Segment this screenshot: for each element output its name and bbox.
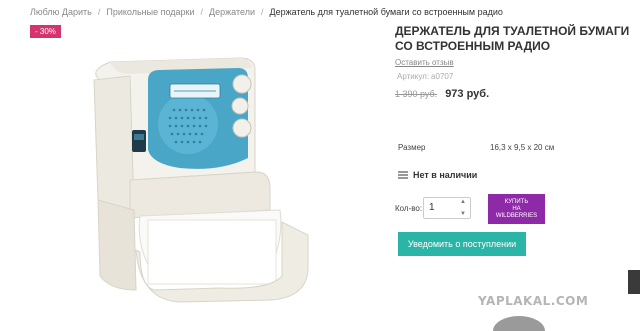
floating-circle — [493, 316, 545, 331]
breadcrumb-separator: / — [97, 7, 101, 17]
wb-button-line: КУПИТЬ — [504, 198, 529, 205]
product-title: ДЕРЖАТЕЛЬ ДЛЯ ТУАЛЕТНОЙ БУМАГИ СО ВСТРОЕ… — [395, 24, 630, 53]
breadcrumb-item-holders[interactable]: Держатели — [209, 7, 255, 17]
quantity-label: Кол-во: — [395, 204, 423, 213]
leave-review-link[interactable]: Оставить отзыв — [395, 58, 454, 67]
spec-row-size: Размер 16,3 х 9,5 х 20 см — [398, 143, 554, 152]
quantity-stepper[interactable]: 1 ▲ ▼ — [423, 197, 471, 219]
sku-line: Артикул: а0707 — [395, 72, 453, 81]
breadcrumb-separator: / — [261, 7, 264, 17]
spec-label: Размер — [398, 143, 426, 152]
stock-status: Нет в наличии — [398, 170, 477, 180]
current-price: 973 руб. — [445, 88, 490, 100]
buy-on-wildberries-button[interactable]: КУПИТЬ НА WILDBERRIES — [488, 194, 545, 224]
sku-value: а0707 — [431, 72, 454, 81]
chevron-up-icon[interactable]: ▲ — [460, 199, 466, 205]
breadcrumb-current: Держатель для туалетной бумаги со встрое… — [269, 7, 503, 17]
notify-button[interactable]: Уведомить о поступлении — [398, 232, 526, 256]
product-image[interactable] — [70, 40, 330, 310]
list-icon — [398, 171, 408, 179]
breadcrumb-separator: / — [200, 7, 204, 17]
old-price: 1 390 руб. — [395, 89, 438, 99]
price-row: 1 390 руб. 973 руб. — [395, 88, 489, 100]
quantity-value[interactable]: 1 — [429, 202, 435, 213]
breadcrumb-item-home[interactable]: Люблю Дарить — [30, 7, 92, 17]
sku-label: Артикул: — [397, 72, 430, 81]
watermark: YAPLAKAL.COM — [478, 294, 589, 308]
breadcrumb-item-funny-gifts[interactable]: Прикольные подарки — [106, 7, 194, 17]
discount-badge: - 30% — [30, 25, 61, 38]
quantity-arrows[interactable]: ▲ ▼ — [458, 199, 468, 217]
spec-value: 16,3 х 9,5 х 20 см — [490, 143, 555, 152]
stock-status-text: Нет в наличии — [413, 170, 478, 180]
wb-button-line: НА — [512, 205, 521, 212]
chevron-down-icon[interactable]: ▼ — [460, 211, 466, 217]
scrollbar-thumb[interactable] — [628, 270, 640, 294]
breadcrumb: Люблю Дарить / Прикольные подарки / Держател… — [30, 7, 503, 17]
wb-button-line: WILDBERRIES — [495, 212, 538, 219]
